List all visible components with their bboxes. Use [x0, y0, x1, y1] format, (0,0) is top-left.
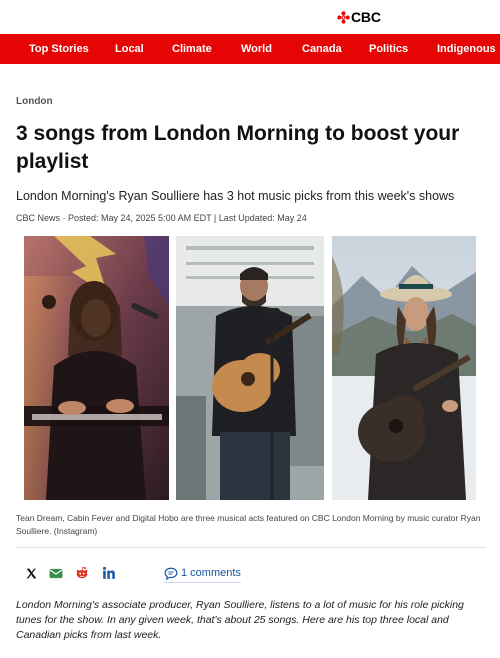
x-icon: [26, 568, 36, 578]
photo-image-3: [332, 236, 476, 500]
nav-item-local[interactable]: Local: [115, 34, 144, 64]
cbc-logo[interactable]: CBC: [337, 9, 381, 25]
reddit-icon: [76, 566, 88, 579]
article-headline: 3 songs from London Morning to boost you…: [16, 122, 460, 173]
share-x-button[interactable]: [23, 565, 39, 581]
cbc-logo-text: CBC: [351, 9, 381, 25]
comments-link[interactable]: 1 comments: [164, 565, 241, 583]
photo-performer-keyboard: [24, 236, 169, 500]
email-icon: [49, 568, 63, 578]
nav-item-top-stories[interactable]: Top Stories: [29, 34, 89, 64]
divider: [16, 547, 486, 548]
photo-performer-hat: [332, 236, 476, 500]
share-reddit-button[interactable]: [74, 565, 90, 581]
photo-caption: Tean Dream, Cabin Fever and Digital Hobo…: [16, 513, 481, 536]
photo-image-2: [176, 236, 324, 500]
linkedin-icon: [102, 566, 115, 579]
comments-count-label[interactable]: 1 comments: [181, 567, 241, 579]
share-email-button[interactable]: [48, 565, 64, 581]
share-linkedin-button[interactable]: [101, 565, 117, 581]
comments-underline: [164, 582, 241, 583]
article-byline: CBC News · Posted: May 24, 2025 5:00 AM …: [16, 213, 307, 223]
nav-item-canada[interactable]: Canada: [302, 34, 342, 64]
top-bar: CBC: [0, 0, 500, 35]
nav-item-indigenous[interactable]: Indigenous: [437, 34, 496, 64]
comment-bubble-icon: [164, 567, 178, 580]
article-dek: London Morning's Ryan Soulliere has 3 ho…: [16, 189, 455, 203]
photo-performer-guitar: [176, 236, 324, 500]
lead-photo[interactable]: [24, 236, 485, 500]
nav-item-politics[interactable]: Politics: [369, 34, 408, 64]
nav-item-climate[interactable]: Climate: [172, 34, 212, 64]
article-body-intro: London Morning's associate producer, Rya…: [16, 599, 464, 641]
cbc-gem-icon: [337, 10, 350, 24]
section-label[interactable]: London: [16, 96, 53, 107]
photo-image-1: [24, 236, 169, 500]
nav-item-world[interactable]: World: [241, 34, 272, 64]
main-nav: Top Stories Local Climate World Canada P…: [0, 34, 500, 64]
